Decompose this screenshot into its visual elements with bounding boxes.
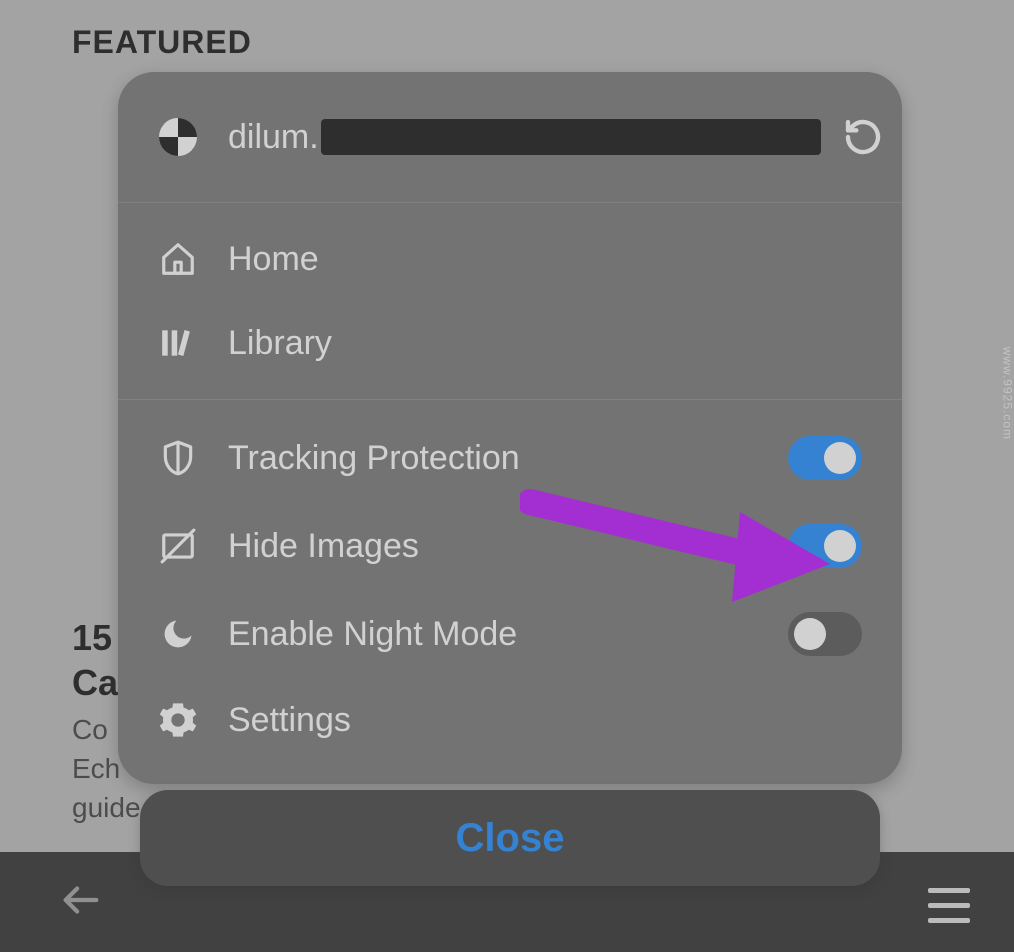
hide-images-icon [158,526,198,566]
menu-home-label: Home [228,240,862,279]
bg-title-1: 15 [72,617,112,658]
browser-menu-panel: dilum. Home Library Tracking Protection [118,72,902,784]
tracking-protection-toggle[interactable] [788,436,862,480]
library-icon [158,323,198,363]
moon-icon [158,614,198,654]
bg-body-3: guide [72,792,141,823]
settings-label: Settings [228,701,862,740]
panel-options-section: Tracking Protection Hide Images Enable N… [118,400,902,784]
menu-library[interactable]: Library [148,301,872,385]
reload-button[interactable] [843,117,883,157]
shield-icon [158,438,198,478]
night-mode-toggle[interactable] [788,612,862,656]
menu-tracking-protection[interactable]: Tracking Protection [148,414,872,502]
site-address-prefix: dilum. [228,118,319,157]
night-mode-label: Enable Night Mode [228,615,758,654]
menu-hide-images[interactable]: Hide Images [148,502,872,590]
site-favicon-icon [158,117,198,157]
hide-images-label: Hide Images [228,527,758,566]
featured-heading: FEATURED [72,24,252,61]
menu-night-mode[interactable]: Enable Night Mode [148,590,872,678]
watermark-text: www.9925.com [1000,347,1014,440]
background-article-title: 15 Ca [72,615,118,705]
bg-title-2: Ca [72,662,118,703]
home-icon [158,239,198,279]
menu-library-label: Library [228,324,862,363]
site-address[interactable]: dilum. [228,118,821,157]
panel-nav-section: Home Library [118,203,902,400]
menu-settings[interactable]: Settings [148,678,872,762]
close-button[interactable]: Close [140,790,880,886]
back-button[interactable] [58,877,104,928]
redacted-url [321,119,821,155]
tracking-protection-label: Tracking Protection [228,439,758,478]
bg-body-1: Co [72,714,108,745]
gear-icon [158,700,198,740]
close-button-label: Close [456,816,565,861]
hamburger-menu-button[interactable] [928,888,970,923]
menu-home[interactable]: Home [148,217,872,301]
panel-header: dilum. [118,72,902,203]
hide-images-toggle[interactable] [788,524,862,568]
bg-body-2: Ech [72,753,120,784]
